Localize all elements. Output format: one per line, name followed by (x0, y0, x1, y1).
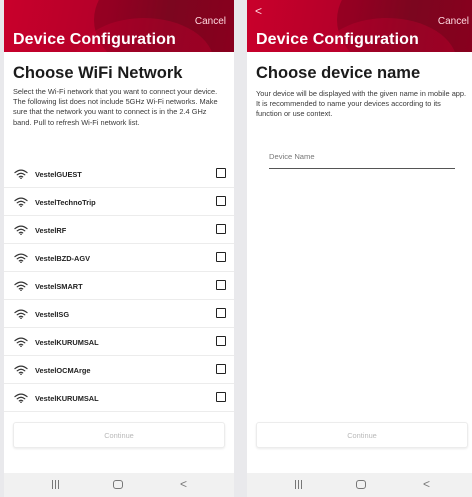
wifi-icon (14, 365, 28, 375)
system-nav-bar: < (4, 473, 234, 497)
wifi-network-name: VestelKURUMSAL (35, 394, 99, 403)
wifi-network-name: VestelISG (35, 310, 70, 319)
wifi-icon (14, 281, 28, 291)
wifi-icon (14, 393, 28, 403)
cancel-button[interactable]: Cancel (438, 16, 469, 27)
wifi-icon (14, 337, 28, 347)
checkbox-icon[interactable] (216, 336, 226, 346)
header-bar: < Cancel Device Configuration (247, 0, 472, 52)
instructions-text: Select the Wi-Fi network that you want t… (13, 87, 218, 127)
wifi-network-row[interactable]: VestelTechnoTrip (4, 188, 234, 216)
section-heading: Choose device name (256, 64, 421, 82)
wifi-network-row[interactable]: VestelSMART (4, 272, 234, 300)
wifi-network-name: VestelSMART (35, 282, 83, 291)
wifi-network-screen: Cancel Device Configuration Choose WiFi … (4, 0, 234, 497)
system-nav-bar: < (247, 473, 472, 497)
wifi-network-row[interactable]: VestelOCMArge (4, 356, 234, 384)
home-icon[interactable] (113, 480, 123, 489)
instructions-text: Your device will be displayed with the g… (256, 89, 467, 119)
wifi-network-name: VestelKURUMSAL (35, 338, 99, 347)
wifi-network-name: VestelTechnoTrip (35, 198, 96, 207)
checkbox-icon[interactable] (216, 168, 226, 178)
wifi-icon (14, 169, 28, 179)
checkbox-icon[interactable] (216, 308, 226, 318)
back-icon[interactable]: < (423, 478, 430, 490)
checkbox-icon[interactable] (216, 196, 226, 206)
checkbox-icon[interactable] (216, 252, 226, 262)
checkbox-icon[interactable] (216, 392, 226, 402)
wifi-network-name: VestelOCMArge (35, 366, 91, 375)
wifi-icon (14, 197, 28, 207)
home-icon[interactable] (356, 480, 366, 489)
device-name-input[interactable] (269, 148, 455, 169)
wifi-network-name: VestelGUEST (35, 170, 82, 179)
page-title: Device Configuration (13, 31, 176, 48)
wifi-network-row[interactable]: VestelKURUMSAL (4, 384, 234, 412)
wifi-network-list[interactable]: VestelGUEST VestelTechnoTrip VestelRF Veste… (4, 160, 234, 412)
recent-apps-icon[interactable] (52, 480, 60, 489)
checkbox-icon[interactable] (216, 280, 226, 290)
wifi-icon (14, 225, 28, 235)
continue-button[interactable]: Continue (256, 422, 468, 448)
continue-button[interactable]: Continue (13, 422, 225, 448)
back-button[interactable]: < (255, 4, 262, 18)
wifi-icon (14, 253, 28, 263)
wifi-icon (14, 309, 28, 319)
wifi-network-row[interactable]: VestelISG (4, 300, 234, 328)
back-icon[interactable]: < (180, 478, 187, 490)
wifi-network-row[interactable]: VestelGUEST (4, 160, 234, 188)
checkbox-icon[interactable] (216, 364, 226, 374)
section-heading: Choose WiFi Network (13, 64, 183, 82)
wifi-network-name: VestelRF (35, 226, 67, 235)
wifi-network-name: VestelBZD-AGV (35, 254, 91, 263)
wifi-network-row[interactable]: VestelKURUMSAL (4, 328, 234, 356)
cancel-button[interactable]: Cancel (195, 16, 226, 27)
checkbox-icon[interactable] (216, 224, 226, 234)
header-bar: Cancel Device Configuration (4, 0, 234, 52)
device-name-field[interactable] (269, 146, 455, 169)
wifi-network-row[interactable]: VestelRF (4, 216, 234, 244)
wifi-network-row[interactable]: VestelBZD-AGV (4, 244, 234, 272)
page-title: Device Configuration (256, 31, 419, 48)
device-name-screen: < Cancel Device Configuration Choose dev… (247, 0, 472, 497)
recent-apps-icon[interactable] (295, 480, 303, 489)
